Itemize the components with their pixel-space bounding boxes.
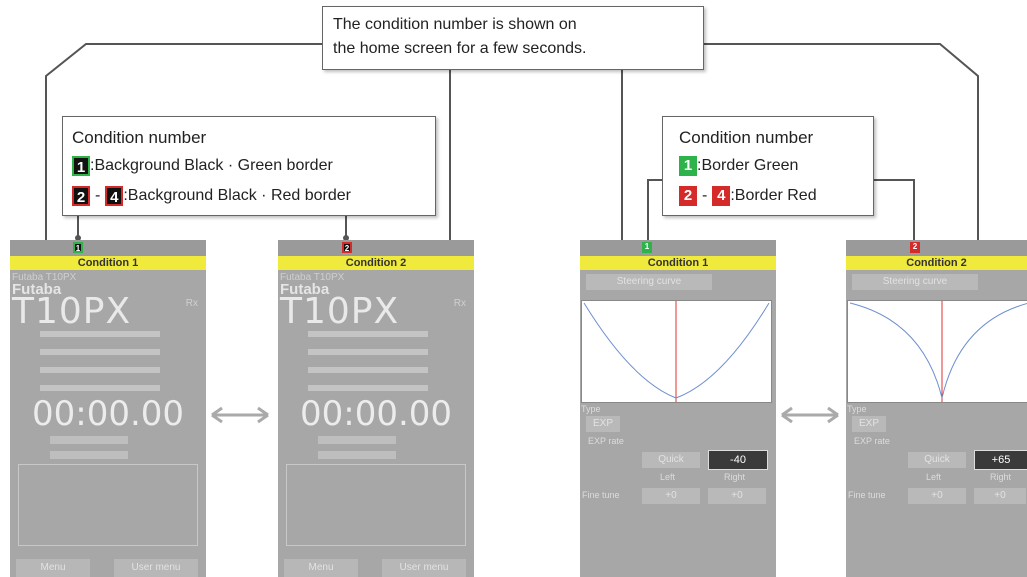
right-label: Right bbox=[724, 472, 746, 482]
th-trim-bar bbox=[318, 451, 396, 459]
left-rate-field[interactable]: Quick bbox=[642, 452, 700, 468]
left-rate-field[interactable]: Quick bbox=[908, 452, 966, 468]
badge-2: 2 bbox=[72, 186, 90, 206]
home-screen-condition-1: 1 Condition 1 Futaba T10PX Futaba T10PX … bbox=[10, 240, 206, 577]
legend-title: Condition number bbox=[72, 128, 207, 147]
timer[interactable]: 00:00.00 bbox=[10, 394, 206, 434]
rx-indicator: Rx bbox=[185, 298, 198, 309]
legend-row-1-text: :Border Green bbox=[697, 157, 799, 174]
dash: - bbox=[95, 187, 101, 204]
fine-tune-label: Fine tune bbox=[848, 490, 886, 500]
home-screen-condition-2: 2 Condition 2 Futaba T10PX Futaba T10PX … bbox=[278, 240, 474, 577]
legend-row-1: 1 :Background Black · Green border bbox=[72, 151, 427, 181]
steering-curve-title-button[interactable]: Steering curve bbox=[586, 274, 712, 290]
trim-dial-box bbox=[286, 464, 466, 546]
double-arrow-icon bbox=[211, 406, 269, 424]
dash: - bbox=[702, 187, 708, 204]
fine-tune-left[interactable]: +0 bbox=[908, 488, 966, 504]
callout-line-2: the home screen for a few seconds. bbox=[333, 40, 587, 57]
left-label: Left bbox=[660, 472, 676, 482]
type-label: Type bbox=[581, 404, 601, 414]
left-label: Left bbox=[926, 472, 942, 482]
callout-line-1: The condition number is shown on bbox=[333, 16, 577, 33]
timer[interactable]: 00:00.00 bbox=[278, 394, 474, 434]
badge-4: 4 bbox=[105, 186, 124, 206]
type-field[interactable]: EXP bbox=[586, 416, 620, 432]
user-menu-button[interactable]: User menu bbox=[114, 559, 198, 577]
legend-row-2: 2 - 4 :Background Black · Red border bbox=[72, 181, 427, 211]
badge-2: 2 bbox=[679, 186, 697, 206]
double-arrow-icon bbox=[781, 406, 839, 424]
right-label: Right bbox=[990, 472, 1012, 482]
condition-bar: Condition 1 bbox=[10, 256, 206, 270]
menu-condition-legend: Condition number 1 :Border Green 2 - 4 :… bbox=[662, 116, 874, 216]
menu-button[interactable]: Menu bbox=[284, 559, 358, 577]
type-label: Type bbox=[847, 404, 867, 414]
condition-badge: 2 bbox=[910, 242, 920, 253]
right-rate-field[interactable]: -40 bbox=[708, 450, 768, 470]
condition-display-callout: The condition number is shown on the hom… bbox=[322, 6, 704, 70]
badge-4: 4 bbox=[712, 186, 731, 206]
fine-tune-right[interactable]: +0 bbox=[974, 488, 1026, 504]
exp-rate-label: EXP rate bbox=[854, 436, 890, 446]
type-field[interactable]: EXP bbox=[852, 416, 886, 432]
curve-plot bbox=[847, 300, 1027, 403]
curve-graph bbox=[583, 301, 770, 402]
product-logo: T10PX bbox=[280, 291, 400, 332]
menu-button[interactable]: Menu bbox=[16, 559, 90, 577]
condition-bar: Condition 1 bbox=[580, 256, 776, 270]
condition-bar: Condition 2 bbox=[278, 256, 474, 270]
fine-tune-left[interactable]: +0 bbox=[642, 488, 700, 504]
curve-plot bbox=[581, 300, 772, 403]
steering-curve-title-button[interactable]: Steering curve bbox=[852, 274, 978, 290]
legend-row-2-text: :Background Black · Red border bbox=[123, 187, 351, 204]
status-bar: 2 bbox=[278, 240, 474, 256]
user-menu-button[interactable]: User menu bbox=[382, 559, 466, 577]
steering-curve-screen-condition-1: 1 Condition 1 Steering curve Type EXP EX… bbox=[580, 240, 776, 577]
steering-curve-screen-condition-2: 2 Condition 2 Steering curve Type EXP EX… bbox=[846, 240, 1027, 577]
curve-graph bbox=[849, 301, 1027, 402]
legend-title: Condition number bbox=[679, 128, 814, 147]
condition-badge: 2 bbox=[342, 242, 352, 253]
product-logo: T10PX bbox=[12, 291, 132, 332]
fine-tune-right[interactable]: +0 bbox=[708, 488, 766, 504]
status-bar: 2 bbox=[846, 240, 1027, 256]
home-condition-legend: Condition number 1 :Background Black · G… bbox=[62, 116, 436, 216]
fine-tune-label: Fine tune bbox=[582, 490, 620, 500]
status-bar: 1 bbox=[580, 240, 776, 256]
st-trim-bar bbox=[318, 436, 396, 444]
legend-row-1-text: :Background Black · Green border bbox=[90, 157, 333, 174]
condition-badge: 1 bbox=[642, 242, 652, 253]
legend-row-1: 1 :Border Green bbox=[679, 151, 865, 181]
trim-dial-box bbox=[18, 464, 198, 546]
condition-bar: Condition 2 bbox=[846, 256, 1027, 270]
legend-row-2: 2 - 4 :Border Red bbox=[679, 181, 865, 211]
th-trim-bar bbox=[50, 451, 128, 459]
rx-indicator: Rx bbox=[453, 298, 466, 309]
badge-1: 1 bbox=[72, 156, 90, 176]
badge-1: 1 bbox=[679, 156, 697, 176]
st-trim-bar bbox=[50, 436, 128, 444]
legend-row-2-text: :Border Red bbox=[730, 187, 817, 204]
exp-rate-label: EXP rate bbox=[588, 436, 624, 446]
condition-badge: 1 bbox=[73, 242, 83, 253]
status-bar: 1 bbox=[10, 240, 206, 256]
right-rate-field[interactable]: +65 bbox=[974, 450, 1027, 470]
